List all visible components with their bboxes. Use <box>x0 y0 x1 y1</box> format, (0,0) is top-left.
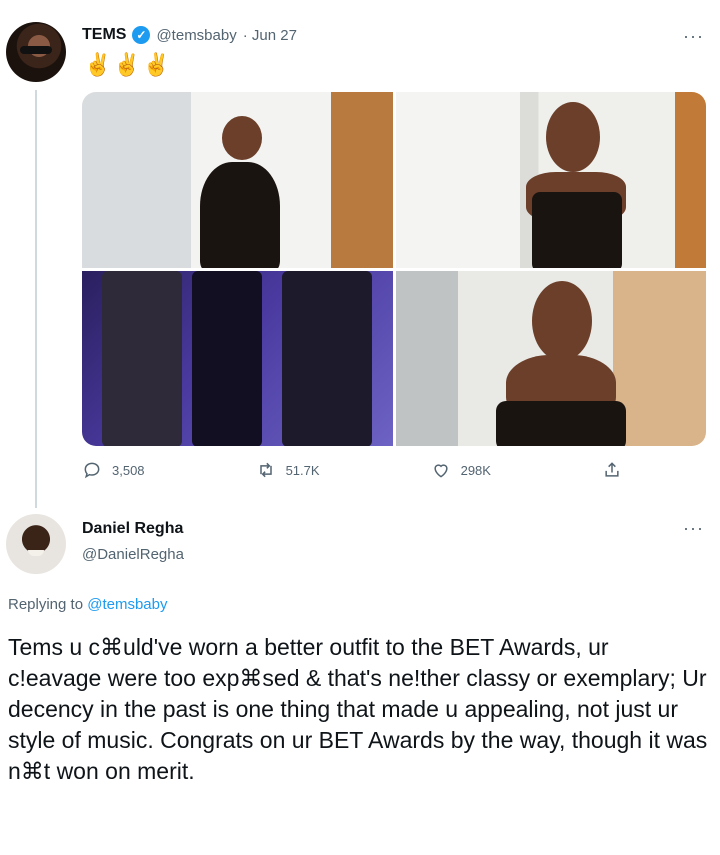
author-handle[interactable]: @DanielRegha <box>82 546 184 563</box>
share-icon <box>605 462 619 477</box>
media-grid <box>82 92 706 446</box>
thread-connector-line <box>35 90 37 508</box>
reply-count: 3,508 <box>112 462 145 478</box>
heart-icon <box>434 464 448 478</box>
like-button[interactable]: 298K <box>431 460 491 480</box>
verified-badge-icon: ✓ <box>132 26 151 44</box>
photo-4[interactable] <box>395 270 706 446</box>
tweet-text-emojis: ✌✌✌ <box>84 52 173 77</box>
author-handle[interactable]: @temsbaby <box>156 27 236 44</box>
replying-to-label: Replying to <box>8 596 84 613</box>
tweet-header: TEMS ✓ @temsbaby · Jun 27 <box>82 26 297 44</box>
tweet-date[interactable]: · Jun 27 <box>243 27 297 44</box>
avatar[interactable] <box>6 514 66 574</box>
reply-icon <box>84 462 100 479</box>
tweet-actions: 3,508 51.7K 298K <box>82 460 622 480</box>
replying-to: Replying to @temsbaby <box>8 596 167 613</box>
photo-1[interactable] <box>82 92 393 268</box>
author-name[interactable]: TEMS <box>82 26 126 44</box>
reply-button[interactable]: 3,508 <box>82 460 145 480</box>
tweet-text: Tems u c⌘uld've worn a better outfit to … <box>8 634 708 784</box>
retweet-icon <box>259 462 272 478</box>
more-options-icon[interactable]: ··· <box>683 518 704 539</box>
share-button[interactable] <box>602 460 622 480</box>
more-options-icon[interactable]: ··· <box>683 26 704 47</box>
like-count: 298K <box>460 462 491 478</box>
retweet-count: 51.7K <box>285 462 320 478</box>
retweet-button[interactable]: 51.7K <box>256 460 320 480</box>
photo-2[interactable] <box>395 92 706 268</box>
replying-to-mention[interactable]: @temsbaby <box>87 596 167 613</box>
avatar[interactable] <box>6 22 66 82</box>
photo-3[interactable] <box>82 270 393 446</box>
author-name[interactable]: Daniel Regha <box>82 520 183 538</box>
